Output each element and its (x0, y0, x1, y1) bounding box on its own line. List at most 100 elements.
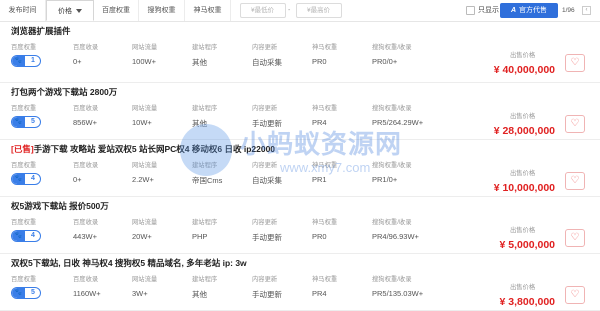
favorite-button[interactable]: ♡ (565, 172, 585, 190)
site-program-value: PHP (192, 232, 208, 241)
baidu-weight-label: 百度权重 (11, 44, 37, 51)
price-label: 出售价格 (510, 284, 536, 291)
listing-title-text: 权5游戏下载站 报价500万 (11, 201, 109, 211)
favorite-button[interactable]: ♡ (565, 286, 585, 304)
baidu-weight-value: 4 (31, 232, 35, 239)
paw-icon: 🐾 (12, 231, 25, 241)
baidu-collected-value: 1160W+ (73, 289, 101, 298)
filter-bar: 发布时间 价格 百度权重 搜狗权重 神马权重 ¥最低价 - ¥最高价 只显示 A… (0, 0, 600, 22)
price-separator: - (288, 7, 291, 14)
listing-title[interactable]: 权5游戏下载站 报价500万 (11, 200, 109, 212)
listing-row[interactable]: 权5游戏下载站 报价500万 百度权重 🐾 4 百度收录 443W+ 网站流量 20W… (0, 197, 600, 254)
content-update-label: 内容更新 (252, 276, 278, 283)
shenma-weight-label: 神马权重 (312, 105, 338, 112)
tab-baidu-weight[interactable]: 百度权重 (94, 0, 139, 21)
heart-icon: ♡ (570, 289, 580, 300)
baidu-collected-label: 百度收录 (73, 44, 99, 51)
heart-icon: ♡ (570, 175, 580, 186)
baidu-weight-value: 5 (31, 118, 35, 125)
baidu-weight-badge: 🐾 4 (11, 230, 41, 242)
listing-row[interactable]: 打包两个游戏下载站 2800万 百度权重 🐾 5 百度收录 856W+ 网站流量 10… (0, 83, 600, 140)
listing-title[interactable]: [已售]手游下载 攻略站 爱站双权5 站长网PC权4 移动权6 日收 ip220… (11, 143, 275, 155)
favorite-button[interactable]: ♡ (565, 229, 585, 247)
baidu-collected-value: 0+ (73, 175, 82, 184)
tab-shenma-weight[interactable]: 神马权重 (185, 0, 231, 21)
sogou-weight-value: PR5/264.29W+ (372, 118, 424, 127)
baidu-weight-value: 4 (31, 175, 35, 182)
baidu-weight-badge: 🐾 1 (11, 55, 41, 67)
site-program-label: 建站程序 (192, 162, 218, 169)
official-agent-button[interactable]: A 官方代售 (500, 3, 558, 18)
price-max-input[interactable]: ¥最高价 (296, 3, 342, 18)
only-show-checkbox[interactable] (466, 6, 475, 15)
tab-publish-time[interactable]: 发布时间 (0, 0, 46, 21)
shenma-weight-value: PR0 (312, 232, 327, 241)
favorite-button[interactable]: ♡ (565, 115, 585, 133)
baidu-weight-badge: 🐾 4 (11, 173, 41, 185)
site-traffic-label: 网站流量 (132, 105, 158, 112)
agent-logo-icon: A (510, 7, 517, 14)
tab-price[interactable]: 价格 (46, 0, 94, 21)
baidu-weight-label: 百度权重 (11, 219, 37, 226)
sogou-weight-value: PR1/0+ (372, 175, 398, 184)
site-program-label: 建站程序 (192, 105, 218, 112)
site-traffic-label: 网站流量 (132, 276, 158, 283)
baidu-collected-value: 856W+ (73, 118, 97, 127)
listing-row[interactable]: 浏览器扩展插件 百度权重 🐾 1 百度收录 0+ 网站流量 100W+ 建站程序 其他 内容… (0, 22, 600, 83)
baidu-weight-value: 1 (31, 57, 35, 64)
content-update-label: 内容更新 (252, 44, 278, 51)
shenma-weight-value: PR1 (312, 175, 327, 184)
sold-tag: [已售] (11, 144, 34, 154)
price-value: ¥ 5,000,000 (499, 239, 555, 251)
site-traffic-value: 3W+ (132, 289, 148, 298)
listing-title-text: 手游下载 攻略站 爱站双权5 站长网PC权4 移动权6 日收 ip22000 (33, 144, 276, 154)
shenma-weight-label: 神马权重 (312, 276, 338, 283)
price-value: ¥ 28,000,000 (493, 125, 555, 137)
price-label: 出售价格 (510, 113, 536, 120)
sogou-weight-value: PR5/135.03W+ (372, 289, 424, 298)
listing-title[interactable]: 浏览器扩展插件 (11, 25, 71, 37)
baidu-collected-value: 443W+ (73, 232, 97, 241)
content-update-value: 自动采集 (252, 58, 282, 67)
heart-icon: ♡ (570, 118, 580, 129)
content-update-label: 内容更新 (252, 162, 278, 169)
paw-icon: 🐾 (12, 56, 25, 66)
listing-title[interactable]: 双权5下载站, 日收 神马权4 搜狗权5 精品域名, 多年老站 ip: 3w (11, 257, 247, 269)
listing-title-text: 浏览器扩展插件 (11, 26, 71, 36)
baidu-weight-badge: 🐾 5 (11, 116, 41, 128)
favorite-button[interactable]: ♡ (565, 54, 585, 72)
site-traffic-label: 网站流量 (132, 219, 158, 226)
sogou-weight-label: 搜狗权重/收录 (372, 105, 412, 112)
price-value: ¥ 40,000,000 (493, 64, 555, 76)
caret-down-icon (76, 9, 82, 14)
listing-title[interactable]: 打包两个游戏下载站 2800万 (11, 86, 117, 98)
shenma-weight-value: PR4 (312, 289, 327, 298)
baidu-weight-label: 百度权重 (11, 162, 37, 169)
listing-title-text: 双权5下载站, 日收 神马权4 搜狗权5 精品域名, 多年老站 ip: 3w (11, 258, 247, 268)
agent-button-label: 官方代售 (519, 7, 548, 14)
shenma-weight-value: PR0 (312, 57, 327, 66)
baidu-collected-label: 百度收录 (73, 162, 99, 169)
listing-title-text: 打包两个游戏下载站 2800万 (11, 87, 118, 97)
chevron-left-icon[interactable]: ‹ (582, 6, 591, 15)
baidu-collected-label: 百度收录 (73, 105, 99, 112)
page-indicator: 1/96 (562, 7, 575, 14)
price-min-input[interactable]: ¥最低价 (240, 3, 286, 18)
site-traffic-label: 网站流量 (132, 44, 158, 51)
content-update-label: 内容更新 (252, 105, 278, 112)
baidu-weight-label: 百度权重 (11, 276, 37, 283)
listing-row[interactable]: [已售]手游下载 攻略站 爱站双权5 站长网PC权4 移动权6 日收 ip220… (0, 140, 600, 197)
site-traffic-value: 100W+ (132, 57, 156, 66)
content-update-value: 手动更新 (252, 119, 282, 128)
site-traffic-value: 10W+ (132, 118, 152, 127)
content-update-value: 自动采集 (252, 176, 282, 185)
sogou-weight-label: 搜狗权重/收录 (372, 162, 412, 169)
site-program-value: 其他 (192, 119, 207, 128)
tab-sogou-weight[interactable]: 搜狗权重 (139, 0, 185, 21)
shenma-weight-label: 神马权重 (312, 162, 338, 169)
price-value: ¥ 3,800,000 (499, 296, 555, 308)
listing-row[interactable]: 双权5下载站, 日收 神马权4 搜狗权5 精品域名, 多年老站 ip: 3w 百… (0, 254, 600, 311)
price-label: 出售价格 (510, 227, 536, 234)
sogou-weight-label: 搜狗权重/收录 (372, 44, 412, 51)
baidu-weight-value: 5 (31, 289, 35, 296)
